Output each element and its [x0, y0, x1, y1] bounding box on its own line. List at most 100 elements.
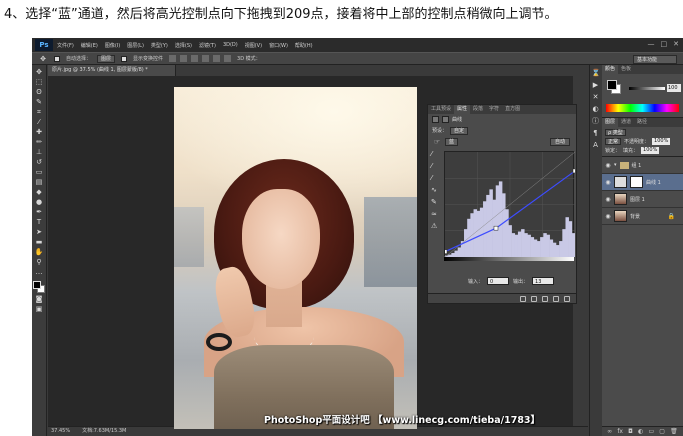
visibility-eye-icon[interactable]: ◉: [605, 179, 611, 186]
layer-style-icon[interactable]: fx: [617, 428, 623, 435]
minimize-icon[interactable]: —: [648, 40, 655, 48]
color-spectrum[interactable]: [606, 104, 679, 112]
crop-icon[interactable]: ⌗: [34, 108, 44, 116]
layer-name[interactable]: 背景: [630, 213, 640, 220]
layer-background[interactable]: ◉ 背景 🔒: [602, 208, 683, 225]
color-panel-foreground[interactable]: [607, 80, 617, 90]
brush-icon[interactable]: ✏: [34, 138, 44, 146]
type-icon[interactable]: T: [34, 218, 44, 226]
tab-paragraph[interactable]: 段落: [470, 105, 486, 114]
actions-icon[interactable]: ▶: [592, 81, 600, 89]
align-center-icon[interactable]: [213, 55, 221, 62]
quick-mask-icon[interactable]: ◙: [34, 295, 44, 303]
workspace-dropdown[interactable]: 基本功能: [633, 55, 677, 64]
blend-mode-dropdown[interactable]: 正常: [605, 138, 622, 145]
layer-name[interactable]: 组 1: [632, 162, 642, 169]
close-icon[interactable]: ✕: [673, 40, 679, 48]
align-middle-icon[interactable]: [180, 55, 188, 62]
menu-3d[interactable]: 3D(D): [223, 42, 238, 48]
align-top-icon[interactable]: [169, 55, 177, 62]
clipping-icon[interactable]: ⚠: [431, 222, 441, 230]
black-point-eyedropper-icon[interactable]: ⁄: [431, 150, 441, 158]
auto-button[interactable]: 自动: [549, 137, 570, 146]
canvas-photo[interactable]: [174, 87, 417, 429]
dodge-icon[interactable]: ●: [34, 198, 44, 206]
tab-tool-presets[interactable]: 工具预设: [428, 105, 454, 114]
paragraph-icon[interactable]: ¶: [592, 129, 600, 137]
hand-icon[interactable]: ✋: [34, 248, 44, 256]
new-layer-icon[interactable]: ▢: [659, 428, 665, 435]
marquee-icon[interactable]: ⬚: [34, 78, 44, 86]
transform-controls-checkbox[interactable]: [121, 55, 128, 62]
add-mask-icon[interactable]: ◘: [628, 428, 633, 435]
screen-mode-icon[interactable]: ▣: [34, 305, 44, 313]
maximize-icon[interactable]: □: [661, 40, 668, 48]
opacity-field[interactable]: 100%: [652, 138, 671, 145]
adjustments-icon[interactable]: ◐: [592, 105, 600, 113]
align-right-icon[interactable]: [224, 55, 232, 62]
menu-view[interactable]: 视图(V): [245, 42, 262, 49]
healing-brush-icon[interactable]: ✚: [34, 128, 44, 136]
fill-field[interactable]: 100%: [641, 147, 660, 154]
white-point-eyedropper-icon[interactable]: ⁄: [431, 174, 441, 182]
eyedropper-icon[interactable]: ⁄: [34, 118, 44, 126]
shape-icon[interactable]: ▬: [34, 238, 44, 246]
character-icon[interactable]: A: [592, 141, 600, 149]
gradient-icon[interactable]: ▤: [34, 178, 44, 186]
visibility-eye-icon[interactable]: ◉: [605, 213, 611, 220]
auto-select-checkbox[interactable]: [54, 55, 60, 62]
lasso-icon[interactable]: ʘ: [34, 88, 44, 96]
curve-edit-icon[interactable]: ∿: [431, 186, 441, 194]
layer-mask-thumbnail[interactable]: [630, 176, 643, 188]
path-select-icon[interactable]: ➤: [34, 228, 44, 236]
layer-curves-1[interactable]: ◉ 曲线 1: [602, 174, 683, 191]
history-icon[interactable]: ⌛: [592, 69, 601, 77]
menu-help[interactable]: 帮助(H): [295, 42, 313, 49]
visibility-icon[interactable]: [553, 295, 559, 302]
curves-svg[interactable]: [442, 151, 578, 258]
clip-to-layer-icon[interactable]: [520, 295, 526, 302]
auto-select-dropdown[interactable]: 图层: [97, 54, 116, 63]
new-adjustment-icon[interactable]: ◐: [638, 428, 643, 435]
tab-properties[interactable]: 属性: [454, 105, 471, 114]
menu-layer[interactable]: 图层(L): [127, 42, 144, 49]
reset-icon[interactable]: [542, 295, 548, 302]
new-group-icon[interactable]: ▭: [648, 428, 654, 435]
tab-layers[interactable]: 图层: [602, 118, 619, 127]
eraser-icon[interactable]: ▭: [34, 168, 44, 176]
grayscale-value[interactable]: 100: [667, 84, 681, 92]
delete-layer-icon[interactable]: 🗑: [670, 428, 678, 435]
tab-channels[interactable]: 通道: [618, 118, 634, 127]
grayscale-slider[interactable]: [629, 87, 665, 90]
move-icon[interactable]: ✥: [34, 68, 44, 76]
layer-group-1[interactable]: ◉ ▾ 组 1: [602, 157, 683, 174]
visibility-eye-icon[interactable]: ◉: [605, 162, 611, 169]
channel-dropdown[interactable]: 蓝: [445, 137, 459, 146]
tools-presets-icon[interactable]: ✕: [592, 93, 600, 101]
info-icon[interactable]: ⓘ: [592, 117, 600, 125]
menu-window[interactable]: 窗口(W): [269, 42, 288, 49]
tab-color[interactable]: 颜色: [602, 65, 619, 74]
blur-icon[interactable]: ◆: [34, 188, 44, 196]
clone-stamp-icon[interactable]: ⊥: [34, 148, 44, 156]
quick-select-icon[interactable]: ✎: [34, 98, 44, 106]
layer-name[interactable]: 图层 1: [630, 196, 645, 203]
document-tab[interactable]: 原片.jpg @ 37.5% (曲线 1, 图层蒙版/8) *: [48, 65, 176, 76]
preset-dropdown[interactable]: 自定: [450, 126, 469, 135]
smooth-icon[interactable]: ≈: [431, 210, 441, 218]
menu-filter[interactable]: 滤镜(T): [199, 42, 216, 49]
layer-kind-filter[interactable]: ρ 类型: [605, 129, 626, 136]
tab-swatches[interactable]: 色板: [618, 65, 634, 74]
link-layers-icon[interactable]: ∞: [607, 428, 612, 435]
more-tools-icon[interactable]: …: [34, 268, 44, 276]
target-adjust-icon[interactable]: ☞: [432, 138, 442, 146]
gray-point-eyedropper-icon[interactable]: ⁄: [431, 162, 441, 170]
curves-graph[interactable]: [442, 151, 578, 258]
mask-icon[interactable]: [442, 116, 449, 123]
visibility-eye-icon[interactable]: ◉: [605, 196, 611, 203]
tab-histogram[interactable]: 直方图: [502, 105, 523, 114]
zoom-level[interactable]: 37.45%: [51, 427, 70, 436]
pen-icon[interactable]: ✒: [34, 208, 44, 216]
menu-edit[interactable]: 编辑(E): [81, 42, 98, 49]
pencil-draw-icon[interactable]: ✎: [431, 198, 441, 206]
